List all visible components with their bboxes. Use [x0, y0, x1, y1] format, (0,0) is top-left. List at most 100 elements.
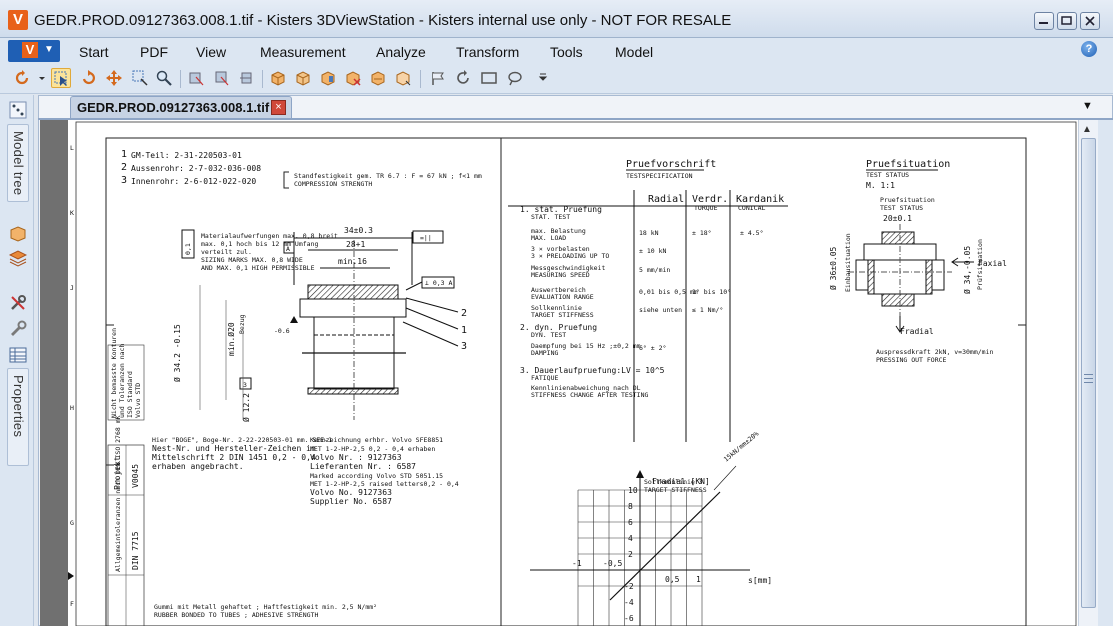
note-line: Gummi mit Metall gehaftet ; Haftfestigke…	[154, 603, 377, 611]
select-button[interactable]	[51, 68, 71, 88]
note-line: Supplier No. 6587	[310, 497, 392, 506]
cube-iso-button[interactable]	[393, 68, 413, 88]
model-tree-pin-button[interactable]	[9, 101, 27, 119]
svg-text:max. 0,1 hoch bis 12 mm Umfang: max. 0,1 hoch bis 12 mm Umfang	[201, 240, 318, 248]
rectangle-icon	[481, 72, 497, 84]
document-tab[interactable]: GEDR.PROD.09127363.008.1.tif ×	[70, 96, 292, 118]
dim-342: Ø 34.2 -0.15	[172, 324, 182, 382]
drawing-sheet: L K J H G F 1 GM-Teil: 2-31-220503-01 2 …	[68, 120, 1078, 626]
menu-model[interactable]: Model	[615, 44, 653, 60]
maximize-button[interactable]	[1057, 12, 1077, 30]
pv-rows: 1. stat. PruefungSTAT. TESTmax. Belastun…	[520, 205, 763, 399]
header-line: Innenrohr: 2-6-012-022-020	[131, 177, 256, 186]
balloon-2: 2	[461, 308, 467, 319]
menu-view[interactable]: View	[196, 44, 226, 60]
note-line: Volvo No. 9127363	[310, 488, 392, 497]
close-window-button[interactable]	[1080, 12, 1100, 30]
flag-button[interactable]	[428, 68, 448, 88]
menu-start[interactable]: Start	[79, 44, 109, 60]
undo-dropdown[interactable]	[36, 68, 46, 88]
menu-tools[interactable]: Tools	[550, 44, 583, 60]
header-num: 1	[121, 149, 127, 160]
svg-text:G: G	[70, 519, 74, 527]
pv-subtitle: TESTSPECIFICATION	[626, 172, 693, 180]
box-view-button[interactable]	[9, 225, 27, 243]
view-icon	[215, 71, 229, 86]
properties-tab[interactable]: Properties	[7, 368, 29, 466]
graph-leader	[713, 465, 737, 491]
svg-text:SIZING MARKS MAX. 0,8 WIDE: SIZING MARKS MAX. 0,8 WIDE	[201, 256, 303, 264]
app-menu-button[interactable]: V ▼	[8, 40, 60, 62]
zoom-button[interactable]	[154, 68, 174, 88]
menu-pdf[interactable]: PDF	[140, 44, 168, 60]
graph-y-tick: 6	[628, 518, 633, 527]
cube-right-button[interactable]	[318, 68, 338, 88]
tabs-dropdown-icon[interactable]: ▼	[1082, 100, 1093, 112]
pv-row-radial: 5 mm/min	[639, 266, 670, 274]
ps-subtitle: TEST STATUS	[866, 171, 909, 179]
lasso-button[interactable]	[505, 68, 525, 88]
zoom-area-button[interactable]	[130, 68, 150, 88]
layers-icon	[8, 250, 28, 267]
graph-line-label: 15kN/mm±20%	[722, 430, 760, 464]
menu-analyze[interactable]: Analyze	[376, 44, 426, 60]
wrench-button[interactable]	[9, 320, 27, 338]
properties-tab-label: Properties	[11, 375, 26, 438]
scroll-grip-icon	[1084, 374, 1093, 383]
cube-front-button[interactable]	[268, 68, 288, 88]
rotate-button[interactable]	[79, 68, 99, 88]
rectangle-button[interactable]	[479, 68, 499, 88]
cube-left-button[interactable]	[343, 68, 363, 88]
scrollbar-thumb[interactable]	[1081, 138, 1096, 608]
pv-row-sub: STIFFNESS CHANGE AFTER TESTING	[531, 391, 648, 399]
graph-y-arrow	[636, 470, 644, 478]
app-logo-icon[interactable]: V	[8, 10, 28, 30]
pv-row-radial: 6° ± 2°	[639, 344, 666, 352]
properties-grid-button[interactable]	[9, 346, 27, 364]
menu-measurement[interactable]: Measurement	[260, 44, 346, 60]
graph-target: TARGET STIFFNESS	[644, 486, 707, 494]
pv-col-kardanik-sub: CONICAL	[738, 204, 765, 212]
title-allg: Allgemeintoleranzen nach DIN ISO 2768 mK	[114, 415, 122, 572]
view-side-button[interactable]	[236, 68, 256, 88]
chevron-down-icon	[39, 77, 45, 80]
pv-title: Pruefvorschrift	[626, 159, 716, 170]
menu-transform[interactable]: Transform	[456, 44, 519, 60]
close-tab-icon[interactable]: ×	[271, 100, 286, 115]
graph-y-tick: 2	[628, 550, 633, 559]
undo-button[interactable]	[12, 68, 32, 88]
minimize-button[interactable]	[1034, 12, 1054, 30]
compression-note: Standfestigkeit gem. TR 6.7 : F = 67 kN …	[294, 172, 482, 180]
layers-button[interactable]	[8, 249, 28, 267]
svg-text:0,1: 0,1	[184, 243, 192, 255]
view-back-button[interactable]	[211, 68, 231, 88]
pv-col-verdr-sub: TORQUE	[694, 204, 718, 212]
pv-row-sub: STAT. TEST	[531, 213, 570, 221]
viewer-canvas[interactable]: L K J H G F 1 GM-Teil: 2-31-220503-01 2 …	[40, 120, 1078, 626]
dim-min20: min.Ø20	[226, 322, 236, 356]
pv-row-radial: 18 kN	[639, 229, 659, 237]
pv-row-sub: DYN. TEST	[531, 331, 566, 339]
view-front-button[interactable]	[186, 68, 206, 88]
note-line: RUBBER BONDED TO TUBES ; ADHESIVE STRENG…	[154, 611, 318, 619]
svg-text:3: 3	[243, 381, 247, 389]
note-line: Mittelschrift 2 DIN 1451 0,2 - 0,4	[152, 453, 316, 462]
cube-bottom-button[interactable]	[368, 68, 388, 88]
graph-ylabel: Fradial [KN]	[652, 477, 710, 486]
circle-rotate-button[interactable]	[453, 68, 473, 88]
model-tree-tab[interactable]: Model tree	[7, 124, 29, 202]
ps-f-axial: Faxial	[978, 259, 1007, 268]
svg-text:K: K	[70, 209, 74, 217]
svg-text:H: H	[70, 404, 74, 412]
help-icon[interactable]: ?	[1081, 41, 1097, 57]
dim-122: Ø 12.2	[241, 393, 251, 422]
scroll-up-icon[interactable]: ▲	[1082, 124, 1092, 135]
box-icon	[10, 226, 26, 242]
pan-button[interactable]	[104, 68, 124, 88]
ps-scale: M. 1:1	[866, 181, 895, 190]
toolbar-overflow-button[interactable]	[536, 68, 548, 88]
cube-top-button[interactable]	[293, 68, 313, 88]
graph-y-tick: -4	[624, 598, 634, 607]
select-cursor-icon	[54, 71, 67, 86]
tools-button[interactable]	[9, 294, 27, 312]
